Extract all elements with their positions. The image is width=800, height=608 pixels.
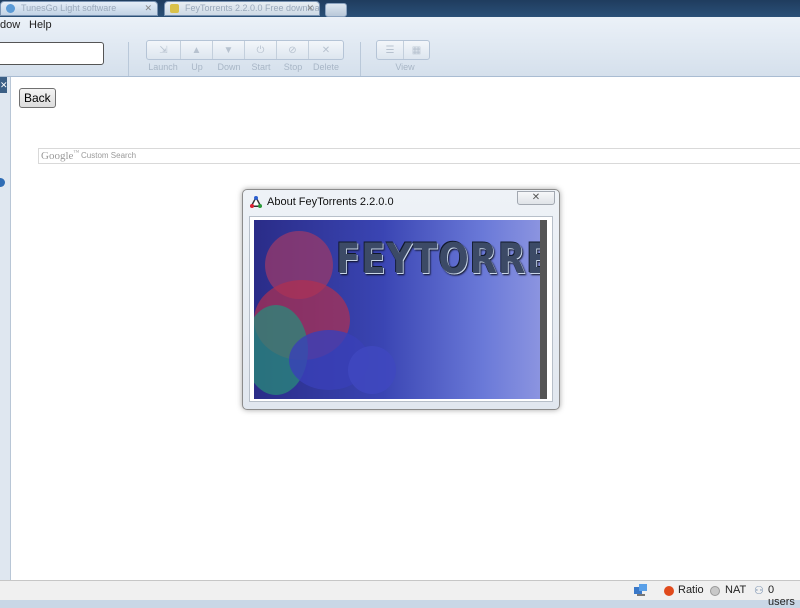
about-dialog: About FeyTorrents 2.2.0.0 ✕ FEYTORRENT [242, 189, 560, 410]
menu-help[interactable]: Help [29, 19, 52, 31]
network-icon [634, 584, 647, 596]
banner-text: FEYTORRENT [336, 234, 540, 283]
google-logo: Google™ [41, 150, 79, 162]
dialog-title: About FeyTorrents 2.2.0.0 [267, 196, 394, 208]
google-search-input[interactable]: Google™ Custom Search [38, 148, 800, 164]
tab-second[interactable]: FeyTorrents 2.2.0.0 Free download ✕ [164, 1, 320, 16]
list-icon: ☰ [385, 44, 395, 56]
delete-label: Delete [312, 62, 339, 72]
page-icon [170, 4, 179, 13]
ratio-label: Ratio [678, 584, 704, 596]
panel-nav-icon[interactable] [0, 178, 5, 187]
view-label: View [395, 62, 415, 72]
dialog-close-button[interactable]: ✕ [517, 191, 555, 205]
down-icon: ▼ [223, 44, 234, 56]
torrent-actions-group: ⇲ ▲ ▼ ⏻ ⊘ ✕ [146, 40, 344, 60]
view-detail-button[interactable]: ▦ [404, 41, 429, 59]
tab-close-icon[interactable]: ✕ [306, 2, 314, 15]
users-icon: ⚇ [754, 585, 764, 597]
dialog-body: FEYTORRENT [249, 216, 553, 402]
app-toolbar: dow Help ⇲ ▲ ▼ ⏻ ⊘ ✕ Launch Up Down Star… [0, 17, 800, 77]
banner-edge [540, 220, 547, 399]
users-count: 0 users [768, 584, 795, 608]
browser-tab-strip: TunesGo Light software ✕ FeyTorrents 2.2… [0, 0, 800, 17]
tab-first[interactable]: TunesGo Light software ✕ [0, 1, 158, 16]
feytorrents-banner: FEYTORRENT [254, 220, 540, 399]
view-group: ☰ ▦ [376, 40, 430, 60]
toolbar-divider [128, 42, 129, 76]
toolbar-divider [360, 42, 361, 76]
panel-collapse-handle[interactable]: ✕ [0, 77, 8, 93]
new-tab-button[interactable] [325, 3, 347, 17]
nat-label: NAT [725, 584, 747, 596]
up-icon: ▲ [191, 44, 202, 56]
delete-icon: ✕ [321, 44, 331, 56]
launch-icon: ⇲ [159, 44, 168, 56]
google-logo-text: Google [41, 150, 74, 162]
stop-icon: ⊘ [288, 44, 297, 56]
view-list-button[interactable]: ☰ [377, 41, 404, 59]
start-button[interactable]: ⏻ [245, 41, 277, 59]
launch-button[interactable]: ⇲ [147, 41, 181, 59]
close-icon: ✕ [531, 192, 541, 203]
tab-label: FeyTorrents 2.2.0.0 Free download [185, 3, 320, 13]
nat-status-icon [710, 586, 720, 596]
up-button[interactable]: ▲ [181, 41, 213, 59]
grid-icon: ▦ [411, 44, 422, 56]
back-button[interactable]: Back [19, 88, 56, 108]
feytorrents-app-icon [250, 196, 262, 208]
stop-button[interactable]: ⊘ [277, 41, 309, 59]
tab-close-icon[interactable]: ✕ [144, 2, 152, 15]
status-bar: Ratio NAT ⚇ 0 users [0, 580, 800, 608]
google-tm: ™ [73, 150, 80, 156]
down-button[interactable]: ▼ [213, 41, 245, 59]
ratio-status-icon [664, 586, 674, 596]
menu-window[interactable]: dow [0, 19, 20, 31]
tab-label: TunesGo Light software [21, 3, 117, 13]
globe-icon [6, 4, 15, 13]
search-placeholder: Custom Search [81, 151, 137, 160]
delete-button[interactable]: ✕ [309, 41, 343, 59]
address-input[interactable] [0, 42, 104, 65]
left-panel-edge: ✕ [0, 77, 11, 580]
power-icon: ⏻ [256, 44, 265, 56]
